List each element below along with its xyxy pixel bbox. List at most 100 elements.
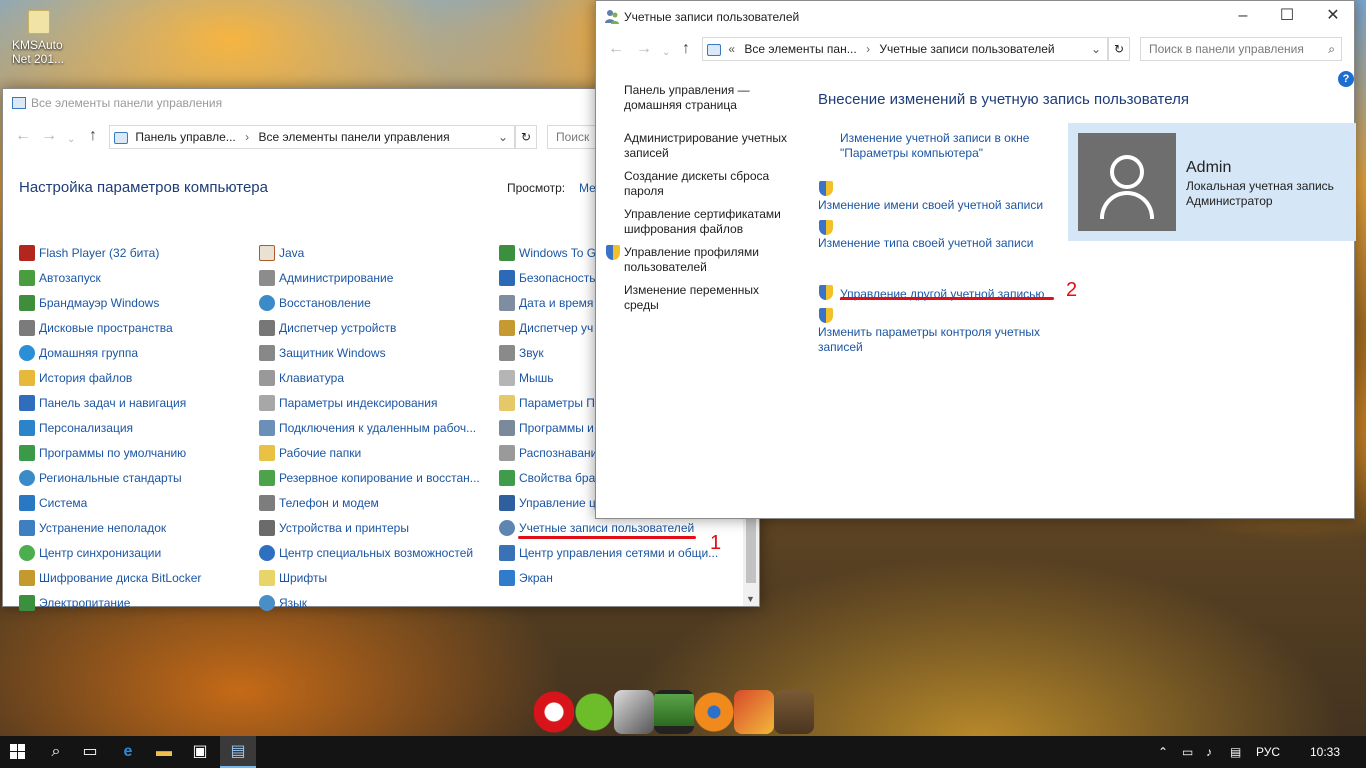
homegroup-icon — [19, 345, 35, 361]
forward-arrow-icon[interactable]: → — [636, 41, 652, 57]
list-item[interactable]: Java — [259, 245, 489, 270]
forward-arrow-icon[interactable]: → — [41, 128, 57, 144]
back-arrow-icon[interactable]: ← — [608, 41, 624, 57]
windows-start-icon[interactable] — [0, 736, 36, 768]
breadcrumb-current[interactable]: Все элементы панели управления — [258, 130, 449, 144]
region-icon — [19, 470, 35, 486]
list-item[interactable]: Подключения к удаленным рабоч... — [259, 420, 489, 445]
change-name-link[interactable]: Изменение имени своей учетной записи — [818, 198, 1043, 213]
list-item[interactable]: Автозапуск — [19, 270, 249, 295]
credential-manager-icon — [499, 320, 515, 336]
list-item[interactable]: Персонализация — [19, 420, 249, 445]
control-panel-taskbar-icon[interactable]: ▤ — [220, 736, 256, 768]
list-item[interactable]: Защитник Windows — [259, 345, 489, 370]
utorrent-icon[interactable] — [574, 690, 614, 734]
list-item[interactable]: Восстановление — [259, 295, 489, 320]
search-input[interactable]: Поиск в панели управления ⌕ — [1140, 37, 1342, 61]
list-item[interactable]: Домашняя группа — [19, 345, 249, 370]
monitor-icon[interactable] — [654, 690, 694, 734]
breadcrumb-root[interactable]: Все элементы пан... — [744, 42, 856, 56]
sidebar-item-profiles[interactable]: Управление профилями пользователей — [606, 245, 794, 275]
list-item[interactable]: Flash Player (32 бита) — [19, 245, 249, 270]
scroll-down-icon[interactable]: ▼ — [746, 594, 755, 604]
maximize-button[interactable]: ☐ — [1264, 1, 1310, 31]
list-item[interactable]: Центр синхронизации — [19, 545, 249, 570]
list-item[interactable]: Рабочие папки — [259, 445, 489, 470]
sidebar-item-manage-accounts[interactable]: Администрирование учетных записей — [624, 131, 794, 161]
list-item[interactable]: Дисковые пространства — [19, 320, 249, 345]
dropdown-chevron-icon[interactable]: ⌄ — [1091, 38, 1101, 60]
sidebar-item-env-vars[interactable]: Изменение переменных среды — [624, 283, 794, 313]
list-item[interactable]: История файлов — [19, 370, 249, 395]
firefox-icon[interactable] — [694, 690, 734, 734]
close-button[interactable]: ✕ — [1310, 1, 1356, 31]
address-bar[interactable]: Панель управле... › Все элементы панели … — [109, 125, 515, 149]
list-item[interactable]: Шифрование диска BitLocker — [19, 570, 249, 595]
notifications-icon[interactable]: ▤ — [1230, 736, 1241, 768]
list-item[interactable]: Учетные записи пользователей — [499, 520, 745, 545]
list-item[interactable]: Экран — [499, 570, 745, 595]
desktop-icon-kmsauto[interactable]: KMSAuto Net 201... — [6, 10, 68, 66]
uac-settings-link[interactable]: Изменить параметры контроля учетных запи… — [818, 325, 1058, 355]
address-bar[interactable]: « Все элементы пан... › Учетные записи п… — [702, 37, 1108, 61]
ccleaner-icon[interactable] — [734, 690, 774, 734]
sidebar-item-reset-disk[interactable]: Создание дискеты сброса пароля — [624, 169, 794, 199]
system-icon — [19, 495, 35, 511]
overflow-chevron-icon[interactable]: « — [728, 42, 735, 56]
list-item[interactable]: Телефон и модем — [259, 495, 489, 520]
list-item[interactable]: Панель задач и навигация — [19, 395, 249, 420]
list-item[interactable]: Диспетчер устройств — [259, 320, 489, 345]
change-type-link[interactable]: Изменение типа своей учетной записи — [818, 236, 1033, 251]
breadcrumb-current[interactable]: Учетные записи пользователей — [879, 42, 1054, 56]
list-item[interactable]: Администрирование — [259, 270, 489, 295]
list-item[interactable]: Центр специальных возможностей — [259, 545, 489, 570]
edge-icon[interactable]: e — [110, 736, 146, 768]
search-icon[interactable]: ⌕ — [38, 736, 74, 768]
change-in-settings-link[interactable]: Изменение учетной записи в окне "Парамет… — [840, 131, 1050, 161]
file-explorer-icon[interactable]: ▬ — [146, 736, 182, 768]
list-item[interactable]: Язык — [259, 595, 489, 620]
search-icon[interactable]: ⌕ — [1328, 38, 1335, 60]
language-indicator[interactable]: РУС — [1256, 736, 1280, 768]
list-item[interactable]: Параметры индексирования — [259, 395, 489, 420]
list-item[interactable]: Брандмауэр Windows — [19, 295, 249, 320]
minimize-button[interactable]: – — [1220, 1, 1266, 31]
clock[interactable]: 10:33 — [1310, 736, 1340, 768]
task-view-icon[interactable]: ▭ — [72, 736, 108, 768]
list-item[interactable]: Центр управления сетями и общи... — [499, 545, 745, 570]
recent-chevron-icon[interactable]: ⌄ — [67, 132, 75, 148]
list-item[interactable]: Клавиатура — [259, 370, 489, 395]
phone-icon[interactable] — [614, 690, 654, 734]
list-item[interactable]: Шрифты — [259, 570, 489, 595]
recent-chevron-icon[interactable]: ⌄ — [662, 45, 670, 61]
volume-icon[interactable]: ♪ — [1206, 736, 1212, 768]
store-icon[interactable]: ▣ — [182, 736, 218, 768]
network-icon[interactable]: ▭ — [1182, 736, 1193, 768]
up-arrow-icon[interactable]: ↑ — [682, 41, 690, 57]
sidebar-item-home[interactable]: Панель управления — домашняя страница — [624, 83, 794, 113]
list-item[interactable]: Резервное копирование и восстан... — [259, 470, 489, 495]
box-icon[interactable] — [774, 690, 814, 734]
sidebar-item-certificates[interactable]: Управление сертификатами шифрования файл… — [624, 207, 794, 237]
up-arrow-icon[interactable]: ↑ — [89, 128, 97, 144]
list-item[interactable]: Система — [19, 495, 249, 520]
back-arrow-icon[interactable]: ← — [15, 128, 31, 144]
phone-modem-icon — [259, 495, 275, 511]
dropdown-chevron-icon[interactable]: ⌄ — [498, 126, 508, 148]
refresh-button[interactable]: ↻ — [515, 125, 537, 149]
list-item[interactable]: Программы по умолчанию — [19, 445, 249, 470]
backup-icon — [259, 470, 275, 486]
bitlocker-icon — [19, 570, 35, 586]
breadcrumb-root[interactable]: Панель управле... — [135, 130, 235, 144]
refresh-button[interactable]: ↻ — [1108, 37, 1130, 61]
opera-icon[interactable] — [534, 690, 574, 734]
list-item[interactable]: Устранение неполадок — [19, 520, 249, 545]
list-item[interactable]: Региональные стандарты — [19, 470, 249, 495]
list-item[interactable]: Устройства и принтеры — [259, 520, 489, 545]
view-label: Просмотр: — [507, 181, 566, 195]
title-bar[interactable]: Учетные записи пользователей – ☐ ✕ — [596, 1, 1354, 33]
chevron-up-icon[interactable]: ⌃ — [1158, 736, 1168, 768]
view-selector[interactable]: Ме — [579, 181, 596, 195]
list-item[interactable]: Электропитание — [19, 595, 249, 620]
help-icon[interactable]: ? — [1338, 71, 1354, 87]
